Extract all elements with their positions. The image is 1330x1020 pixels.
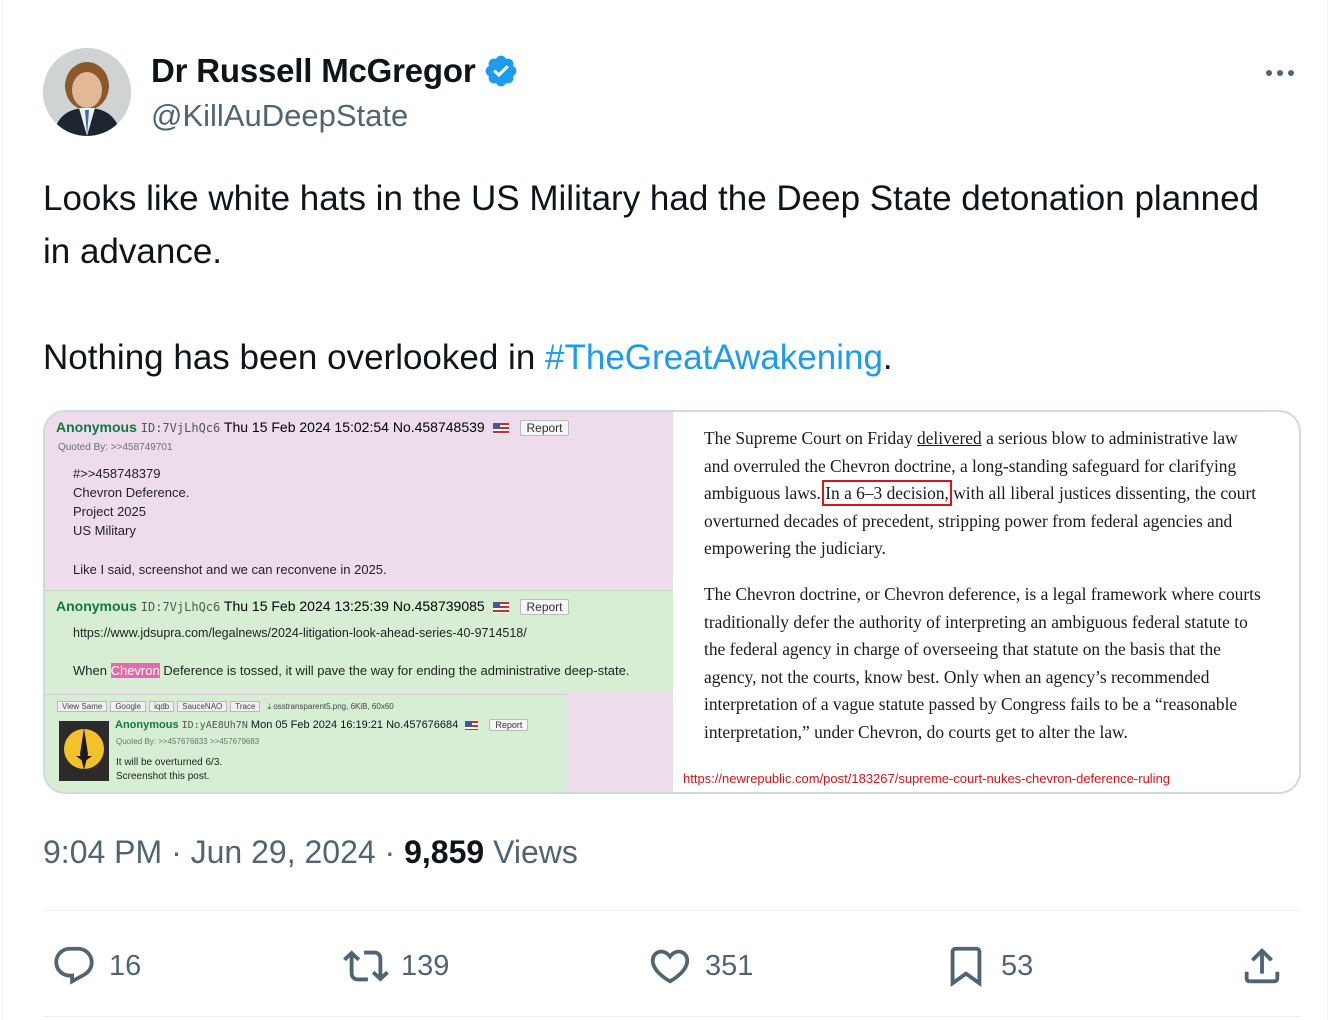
divider [43,910,1301,911]
tweet-line-2-end: . [882,338,893,377]
post-3-tool: iqdb [149,701,175,712]
article-body: The Supreme Court on Friday delivered a … [704,425,1264,765]
post-3-tool: Trace [230,701,261,712]
article-paragraph-1: The Supreme Court on Friday delivered a … [704,425,1264,563]
post-3-tool: SauceNAO [177,701,228,712]
views-label: Views [484,834,578,870]
post-2-report: Report [520,599,569,615]
verified-badge-icon [486,55,517,87]
post-2-link: https://www.jdsupra.com/legalnews/2024-l… [73,626,527,640]
post-2-text-b: Deference is tossed, it will pave the wa… [159,663,630,678]
article-text: The Supreme Court on Friday [704,428,918,448]
author-handle[interactable]: @KillAuDeepState [151,98,408,134]
post-3-file-info: ⤓ osstransparent5.png, 6KiB, 60x60 [267,702,394,711]
post-2-id: ID:7VjLhQc6 [140,600,221,614]
hashtag-link[interactable]: #TheGreatAwakening [545,338,883,377]
tweet-date[interactable]: Jun 29, 2024 [191,834,376,870]
post-3-toolbar: View Same Google iqdb SauceNAO Trace ⤓ osstra… [57,701,401,712]
post-1-line: #>>458748379 [73,466,161,481]
post-1-line: US Military [73,523,136,538]
post-1-author: Anonymous [56,419,137,435]
tweet-meta: 9:04 PM · Jun 29, 2024 · 9,859 Views [43,834,578,871]
author-name[interactable]: Dr Russell McGregor [151,52,476,90]
bookmark-button[interactable]: 53 [943,936,1033,996]
post-2-highlight: Chevron [110,663,160,678]
share-icon [1244,947,1280,984]
avatar[interactable] [43,48,131,136]
tweet-text: Looks like white hats in the US Military… [43,172,1293,384]
more-options-icon[interactable] [1255,58,1305,88]
meta-separator: · [162,834,191,870]
tweet-line-1: Looks like white hats in the US Military… [43,179,1260,271]
special-ops-insignia-icon [64,728,104,770]
article-source-url: https://newrepublic.com/post/183267/supr… [683,771,1171,786]
us-flag-icon [465,720,479,730]
forum-screenshot: Anonymous ID:7VjLhQc6 Thu 15 Feb 2024 15… [45,412,673,792]
post-3-thumbnail [59,721,109,781]
tweet-line-2-text: Nothing has been overlooked in [43,338,546,377]
post-1-line: Project 2025 [73,504,146,519]
repost-icon [343,950,389,982]
post-3-line-1: It will be overturned 6/3. [116,757,223,768]
author-name-row[interactable]: Dr Russell McGregor [151,52,519,90]
post-2-author: Anonymous [56,598,137,614]
divider [43,1016,1301,1017]
post-3-datetime: Mon 05 Feb 2024 16:19:21 [250,719,384,731]
post-1-datetime: Thu 15 Feb 2024 15:02:54 [223,419,389,435]
post-2-text-a: When [73,663,111,678]
post-1-quoted-by: Quoted By: >>458749701 [58,442,173,453]
meta-separator: · [375,834,405,870]
tweet-media-image[interactable]: Anonymous ID:7VjLhQc6 Thu 15 Feb 2024 15… [43,410,1301,794]
post-3-line-2: Screenshot this post. [116,771,210,782]
us-flag-icon [492,601,509,613]
avatar-photo [43,48,131,136]
repost-count: 139 [401,949,450,982]
tweet-line-2: Nothing has been overlooked in #TheGreat… [43,331,1293,384]
post-2-number: No.458739085 [392,598,485,614]
post-3-tool: Google [110,701,147,712]
us-flag-icon [492,422,509,434]
tweet-container: Dr Russell McGregor @KillAuDeepState Loo… [2,0,1328,1020]
post-3-id: ID:yAE8Uh7N [181,720,248,731]
reply-count: 16 [109,949,142,982]
post-3-number: No.457676684 [386,719,459,731]
article-boxed-text: In a 6–3 decision, [822,480,952,507]
like-count: 351 [705,949,754,982]
repost-button[interactable]: 139 [343,936,449,996]
post-3-quoted-by: Quoted By: >>457676833 >>457679683 [116,737,260,746]
post-1-report: Report [520,420,569,436]
like-button[interactable]: 351 [647,936,753,996]
post-3-author: Anonymous [115,719,179,731]
post-2-text: When Chevron Deference is tossed, it wil… [73,663,629,678]
post-1-header: Anonymous ID:7VjLhQc6 Thu 15 Feb 2024 15… [56,419,569,436]
forum-post-2: Anonymous ID:7VjLhQc6 Thu 15 Feb 2024 13… [45,590,673,692]
article-link: delivered [917,428,982,448]
reply-icon [54,946,94,985]
forum-post-3: View Same Google iqdb SauceNAO Trace ⤓ osstra… [45,694,567,792]
heart-icon [650,949,690,984]
bookmark-icon [950,946,982,987]
post-1-id: ID:7VjLhQc6 [140,421,221,435]
bookmark-count: 53 [1001,949,1034,982]
share-button[interactable] [1239,936,1285,996]
post-3-header: Anonymous ID:yAE8Uh7N Mon 05 Feb 2024 16… [115,719,529,731]
post-3-tool: View Same [57,701,108,712]
forum-post-1: Anonymous ID:7VjLhQc6 Thu 15 Feb 2024 15… [45,412,673,588]
post-2-datetime: Thu 15 Feb 2024 13:25:39 [223,598,389,614]
article-excerpt: The Supreme Court on Friday delivered a … [673,412,1299,792]
post-1-line: Chevron Deference. [73,485,190,500]
article-paragraph-2: The Chevron doctrine, or Chevron deferen… [704,583,1261,742]
views-count: 9,859 [404,834,485,870]
post-1-number: No.458748539 [392,419,485,435]
action-bar: 16 139 351 53 [43,936,1301,996]
post-2-header: Anonymous ID:7VjLhQc6 Thu 15 Feb 2024 13… [56,598,569,615]
reply-button[interactable]: 16 [51,936,141,996]
post-3-report: Report [489,719,529,731]
post-1-footer: Like I said, screenshot and we can recon… [73,562,387,577]
tweet-time[interactable]: 9:04 PM [43,834,162,870]
